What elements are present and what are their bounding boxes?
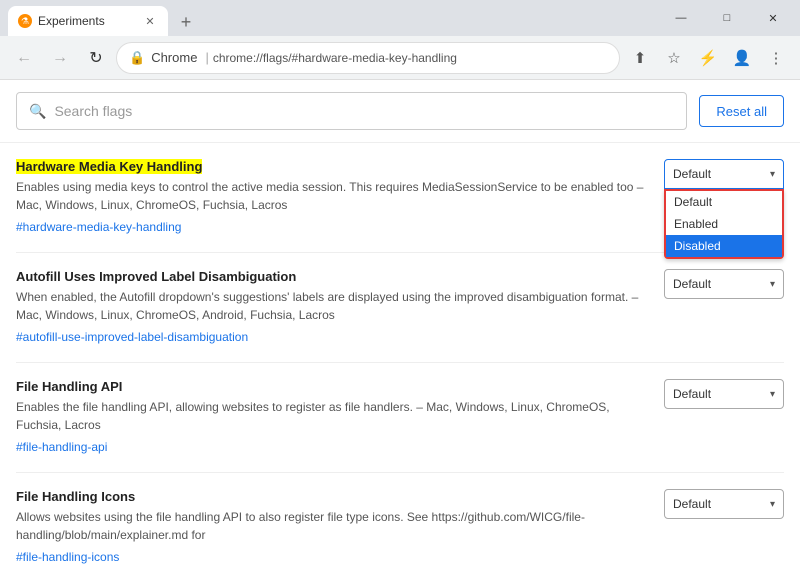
flag-item-file-handling-api: File Handling API Enables the file handl… xyxy=(16,363,784,473)
flag-title-4: File Handling Icons xyxy=(16,489,648,504)
dropdown-arrow-3: ▾ xyxy=(770,389,775,400)
nav-bar: ← → ↻ 🔒 Chrome | chrome://flags/#hardwar… xyxy=(0,36,800,80)
maximize-button[interactable]: □ xyxy=(704,0,750,36)
flag-desc-1: Enables using media keys to control the … xyxy=(16,178,648,214)
flag-control-3: Default ▾ xyxy=(664,379,784,409)
menu-button[interactable]: ⋮ xyxy=(760,42,792,74)
chrome-label: Chrome xyxy=(151,50,197,65)
active-tab[interactable]: Experiments ✕ xyxy=(8,6,168,36)
bookmark-button[interactable]: ☆ xyxy=(658,42,690,74)
title-bar: Experiments ✕ + — □ ✕ xyxy=(0,0,800,36)
flag-control-2: Default ▾ xyxy=(664,269,784,299)
dropdown-option-disabled-1[interactable]: Disabled xyxy=(666,235,782,257)
flag-desc-4: Allows websites using the file handling … xyxy=(16,508,648,544)
search-icon: 🔍 xyxy=(29,103,46,120)
dropdown-current-value-1: Default xyxy=(673,167,711,181)
dropdown-option-enabled-1[interactable]: Enabled xyxy=(666,213,782,235)
dropdown-2: Default ▾ xyxy=(664,269,784,299)
main-scroll[interactable]: 🔍 Search flags Reset all Hardware Media … xyxy=(0,80,800,573)
flags-list: Hardware Media Key Handling Enables usin… xyxy=(0,143,800,573)
share-button[interactable]: ⬆ xyxy=(624,42,656,74)
dropdown-open-container: Default ▾ Default Enabled Disabled xyxy=(664,159,784,189)
dropdown-current-value-3: Default xyxy=(673,387,711,401)
url-text: chrome://flags/#hardware-media-key-handl… xyxy=(213,51,457,65)
flag-title-3: File Handling API xyxy=(16,379,648,394)
dropdown-arrow-4: ▾ xyxy=(770,499,775,510)
forward-button[interactable]: → xyxy=(44,42,76,74)
new-tab-button[interactable]: + xyxy=(172,8,200,36)
lock-icon: 🔒 xyxy=(129,50,145,66)
flag-desc-2: When enabled, the Autofill dropdown's su… xyxy=(16,288,648,324)
extension-button[interactable]: ⚡ xyxy=(692,42,724,74)
flag-link-4[interactable]: #file-handling-icons xyxy=(16,550,119,564)
dropdown-btn-2[interactable]: Default ▾ xyxy=(664,269,784,299)
content-area: 🔍 Search flags Reset all Hardware Media … xyxy=(0,80,800,573)
flag-item-autofill: Autofill Uses Improved Label Disambiguat… xyxy=(16,253,784,363)
tab-close-button[interactable]: ✕ xyxy=(142,13,158,29)
dropdown-menu-1: Default Enabled Disabled xyxy=(664,189,784,259)
search-placeholder: Search flags xyxy=(54,103,132,119)
tab-favicon xyxy=(18,14,32,28)
flag-info-3: File Handling API Enables the file handl… xyxy=(16,379,648,456)
flag-control-1: Default ▾ Default Enabled Disabled xyxy=(664,159,784,189)
flag-title-highlighted-1: Hardware Media Key Handling xyxy=(16,159,202,174)
nav-actions: ⬆ ☆ ⚡ 👤 ⋮ xyxy=(624,42,792,74)
flag-link-3[interactable]: #file-handling-api xyxy=(16,440,107,454)
dropdown-current-value-2: Default xyxy=(673,277,711,291)
window-controls: — □ ✕ xyxy=(654,0,800,36)
dropdown-3: Default ▾ xyxy=(664,379,784,409)
flag-item-file-handling-icons: File Handling Icons Allows websites usin… xyxy=(16,473,784,573)
search-box[interactable]: 🔍 Search flags xyxy=(16,92,687,130)
search-bar-container: 🔍 Search flags Reset all xyxy=(0,80,800,143)
profile-button[interactable]: 👤 xyxy=(726,42,758,74)
dropdown-btn-3[interactable]: Default ▾ xyxy=(664,379,784,409)
dropdown-open-btn-1[interactable]: Default ▾ xyxy=(664,159,784,189)
flag-title-2: Autofill Uses Improved Label Disambiguat… xyxy=(16,269,648,284)
back-button[interactable]: ← xyxy=(8,42,40,74)
flag-item-hardware-media-key-handling: Hardware Media Key Handling Enables usin… xyxy=(16,143,784,253)
dropdown-current-value-4: Default xyxy=(673,497,711,511)
flag-info-4: File Handling Icons Allows websites usin… xyxy=(16,489,648,566)
flag-desc-3: Enables the file handling API, allowing … xyxy=(16,398,648,434)
dropdown-option-default-1[interactable]: Default xyxy=(666,191,782,213)
close-button[interactable]: ✕ xyxy=(750,0,796,36)
minimize-button[interactable]: — xyxy=(658,0,704,36)
flag-link-1[interactable]: #hardware-media-key-handling xyxy=(16,220,181,234)
tab-label: Experiments xyxy=(38,14,138,28)
dropdown-4: Default ▾ xyxy=(664,489,784,519)
omnibox[interactable]: 🔒 Chrome | chrome://flags/#hardware-medi… xyxy=(116,42,620,74)
flag-link-2[interactable]: #autofill-use-improved-label-disambiguat… xyxy=(16,330,248,344)
flag-info-1: Hardware Media Key Handling Enables usin… xyxy=(16,159,648,236)
tab-strip: Experiments ✕ + xyxy=(0,0,200,36)
reset-all-button[interactable]: Reset all xyxy=(699,95,784,127)
flag-control-4: Default ▾ xyxy=(664,489,784,519)
dropdown-btn-4[interactable]: Default ▾ xyxy=(664,489,784,519)
dropdown-arrow-2: ▾ xyxy=(770,279,775,290)
dropdown-arrow-1: ▾ xyxy=(770,169,775,180)
reload-button[interactable]: ↻ xyxy=(80,42,112,74)
window-frame: Experiments ✕ + — □ ✕ ← → ↻ 🔒 Chrome | c… xyxy=(0,0,800,573)
flag-info-2: Autofill Uses Improved Label Disambiguat… xyxy=(16,269,648,346)
flag-title-1: Hardware Media Key Handling xyxy=(16,159,648,174)
url-separator: | xyxy=(205,50,208,65)
